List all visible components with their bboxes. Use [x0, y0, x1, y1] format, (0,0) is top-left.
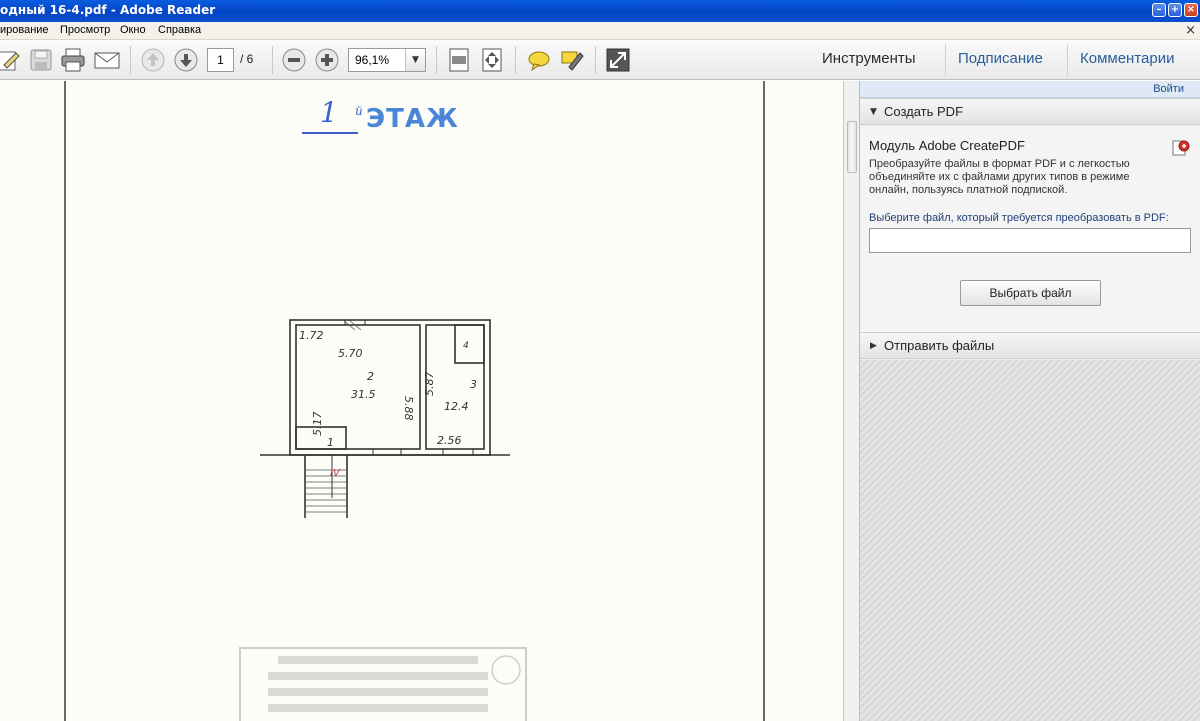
comment-icon[interactable]	[526, 47, 552, 73]
room-number: 2	[367, 370, 374, 383]
createpdf-icon	[1172, 138, 1190, 156]
edit-icon[interactable]	[0, 47, 22, 73]
module-description: Преобразуйте файлы в формат PDF и с легк…	[869, 158, 1130, 196]
fullscreen-icon[interactable]	[605, 47, 631, 73]
choose-file-label: Выберите файл, который требуется преобра…	[869, 212, 1169, 224]
chevron-down-icon: ▼	[870, 107, 877, 117]
scrollbar-thumb[interactable]	[847, 121, 857, 173]
chevron-down-icon[interactable]: ▼	[405, 49, 425, 71]
room-number: 1	[327, 436, 334, 449]
zoom-in-icon[interactable]	[314, 47, 340, 73]
create-pdf-body: Модуль Adobe CreatePDF Преобразуйте файл…	[860, 126, 1200, 332]
entrance-label: IV	[330, 468, 341, 479]
room-area: 12.4	[444, 400, 469, 413]
menu-bar: ирование Просмотр Окно Справка ×	[0, 22, 1200, 40]
panel-empty-area	[860, 360, 1200, 721]
tab-tools[interactable]: Инструменты	[822, 50, 916, 67]
dim-label: 2.56	[437, 434, 462, 447]
module-title: Модуль Adobe CreatePDF	[869, 138, 1025, 153]
floor-heading: 1 й ЭТАЖ	[300, 96, 460, 141]
dim-label: 5.70	[338, 347, 363, 360]
page-down-icon[interactable]	[173, 47, 199, 73]
page-border-left	[64, 81, 66, 721]
zoom-value: 96,1%	[355, 53, 390, 67]
highlight-icon[interactable]	[559, 47, 585, 73]
title-bar: одный 16-4.pdf - Adobe Reader – + ×	[0, 0, 1200, 22]
tab-sign[interactable]: Подписание	[958, 50, 1043, 67]
email-icon[interactable]	[94, 47, 120, 73]
room-area: 31.5	[351, 388, 376, 401]
create-pdf-title: Создать PDF	[884, 104, 964, 119]
floor-underline	[302, 132, 358, 134]
login-bar: Войти	[860, 81, 1200, 98]
page-total: / 6	[240, 52, 254, 66]
tab-comments[interactable]: Комментарии	[1080, 50, 1174, 67]
dim-label: 5.17	[311, 412, 324, 437]
fit-page-icon[interactable]	[446, 47, 472, 73]
toolbar: 1 / 6 96,1% ▼ Инструменты Подписание Ком…	[0, 40, 1200, 80]
page-number-input[interactable]: 1	[207, 48, 234, 72]
page-border-right	[763, 81, 765, 721]
fit-width-icon[interactable]	[479, 47, 505, 73]
save-icon[interactable]	[28, 47, 54, 73]
adobe-reader-window: одный 16-4.pdf - Adobe Reader – + × иров…	[0, 0, 1200, 721]
choose-file-button[interactable]: Выбрать файл	[960, 280, 1101, 306]
minimize-button[interactable]: –	[1152, 3, 1166, 17]
login-link[interactable]: Войти	[1153, 83, 1184, 95]
document-close-icon[interactable]: ×	[1185, 23, 1196, 38]
floor-number: 1	[320, 96, 338, 129]
menu-help[interactable]: Справка	[158, 24, 201, 36]
menu-view[interactable]: Просмотр	[60, 24, 110, 36]
document-view[interactable]: 1 й ЭТАЖ 1.72 5.70 2 31.5 3 12.4 1 4 2.5…	[0, 81, 843, 721]
window-title: одный 16-4.pdf - Adobe Reader	[0, 3, 216, 17]
close-button[interactable]: ×	[1184, 3, 1198, 17]
print-icon[interactable]	[60, 47, 86, 73]
stamp-watermark	[239, 647, 527, 721]
room-number: 3	[470, 378, 477, 391]
menu-window[interactable]: Окно	[120, 24, 146, 36]
tools-panel: Войти ▼ Создать PDF Модуль Adobe CreateP…	[860, 81, 1200, 721]
send-files-title: Отправить файлы	[884, 338, 995, 353]
maximize-button[interactable]: +	[1168, 3, 1182, 17]
dim-label: 1.72	[299, 329, 324, 342]
page-up-icon[interactable]	[140, 47, 166, 73]
zoom-out-icon[interactable]	[281, 47, 307, 73]
send-files-section-header[interactable]: ▶ Отправить файлы	[860, 332, 1200, 359]
vertical-scrollbar[interactable]	[843, 81, 860, 721]
menu-edit[interactable]: ирование	[0, 24, 49, 36]
floor-plan: 1.72 5.70 2 31.5 3 12.4 1 4 2.56 IV 5.17…	[260, 319, 510, 518]
chevron-right-icon: ▶	[870, 341, 877, 351]
floor-suffix: й	[355, 104, 363, 118]
room-number: 4	[463, 341, 469, 351]
zoom-select[interactable]: 96,1% ▼	[348, 48, 426, 72]
dim-label: 5.88	[402, 396, 415, 421]
floor-label: ЭТАЖ	[366, 104, 459, 134]
file-path-input[interactable]	[869, 228, 1191, 253]
dim-label: 5.87	[423, 372, 436, 397]
create-pdf-section-header[interactable]: ▼ Создать PDF	[860, 98, 1200, 125]
